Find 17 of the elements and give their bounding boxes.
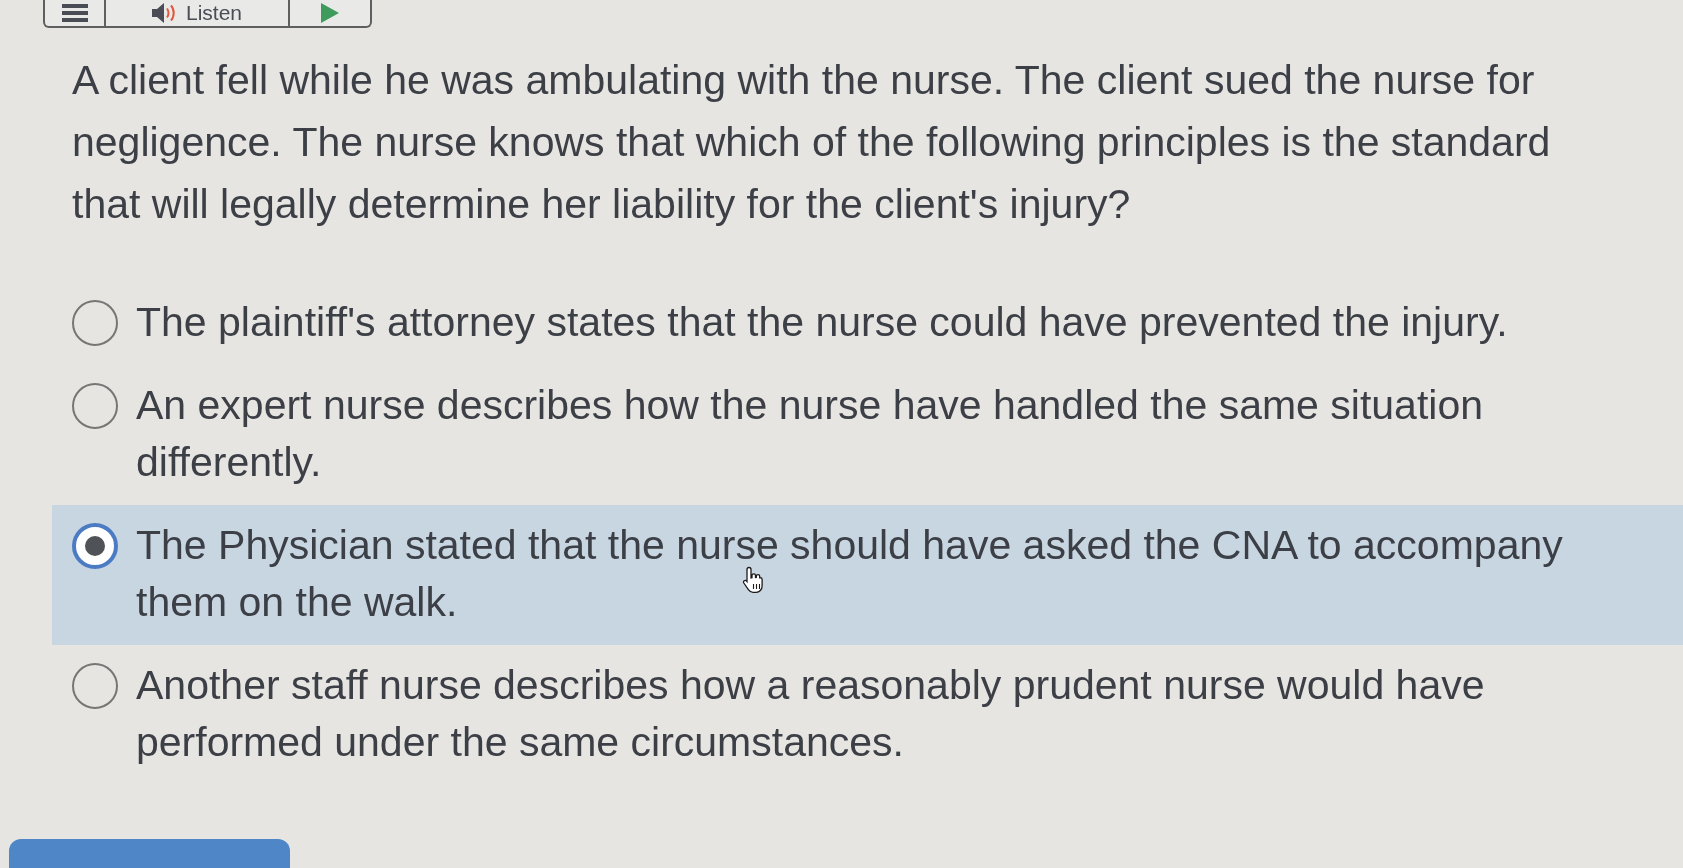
play-icon [321, 3, 339, 23]
play-button[interactable] [288, 0, 372, 28]
selected-option-highlight[interactable]: The Physician stated that the nurse should have asked the CNA to accompany them on the walk. [52, 505, 1683, 645]
radio-button[interactable] [72, 663, 118, 709]
menu-button[interactable] [43, 0, 106, 28]
listen-button[interactable]: Listen [104, 0, 290, 28]
answer-option-text[interactable]: The plaintiff's attorney states that the nurse could have prevented the injury. [136, 294, 1656, 351]
radio-button[interactable] [72, 383, 118, 429]
radio-button[interactable] [72, 300, 118, 346]
answer-option-text[interactable]: The Physician stated that the nurse should have asked the CNA to accompany them on the walk. [136, 517, 1656, 631]
hand-cursor-icon [742, 566, 766, 594]
question-text: A client fell while he was ambulating with the nurse. The client sued the nurse for negligence. The nurse knows that which of the following principles is the standard that will legally determine her liability for the client's injury? [72, 56, 1552, 229]
radio-button[interactable] [72, 523, 118, 569]
menu-icon [61, 4, 88, 22]
answer-option-text[interactable]: An expert nurse describes how the nurse have handled the same situation differently. [136, 377, 1656, 491]
speaker-icon [151, 3, 178, 23]
answer-option-text[interactable]: Another staff nurse describes how a reasonably prudent nurse would have performed under the same circumstances. [136, 657, 1656, 771]
